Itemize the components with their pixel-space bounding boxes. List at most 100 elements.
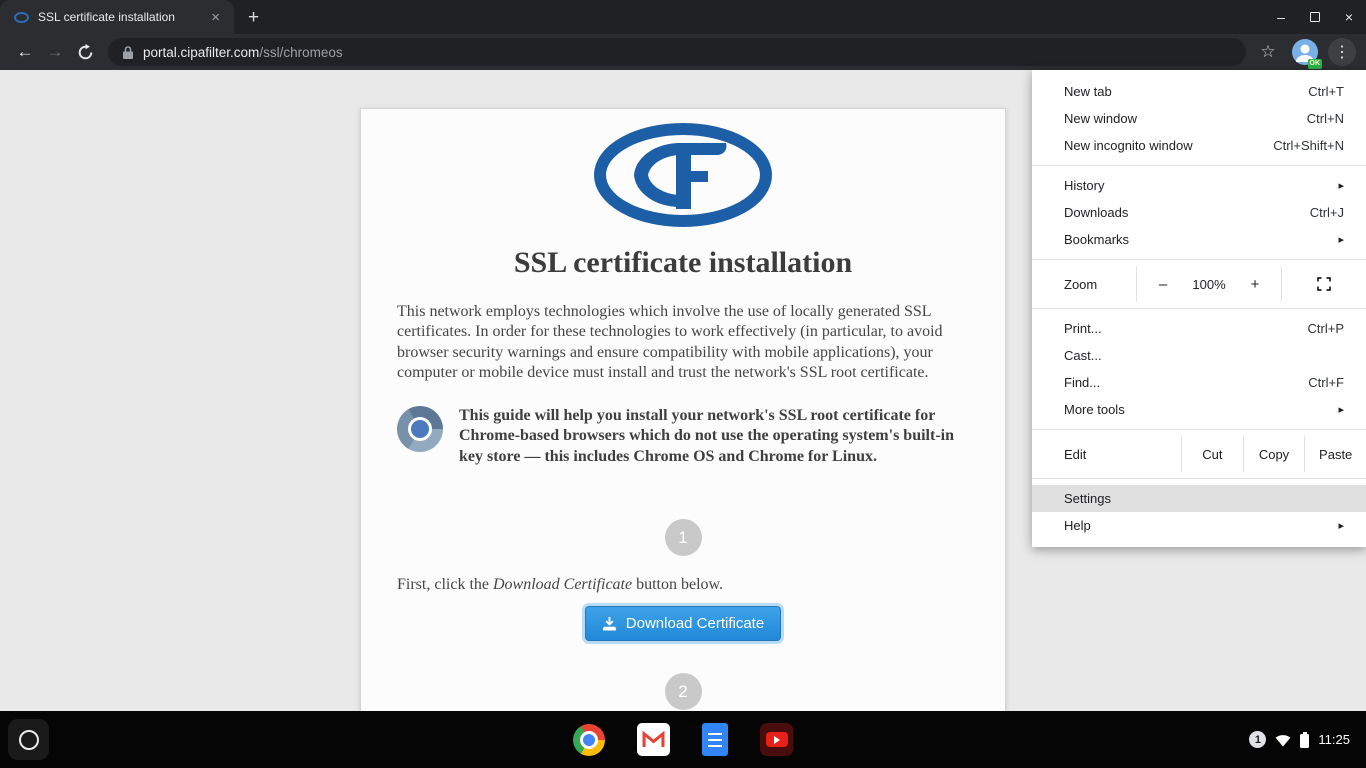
menu-item-label: Settings xyxy=(1064,491,1344,506)
step-1-badge: 1 xyxy=(665,519,702,556)
cut-button[interactable]: Cut xyxy=(1181,436,1243,472)
maximize-icon xyxy=(1310,12,1320,22)
page-title: SSL certificate installation xyxy=(397,246,969,280)
menu-zoom-row: Zoom – 100% + xyxy=(1032,266,1366,302)
menu-item-label: Help xyxy=(1064,518,1338,533)
step-1-text-post: button below. xyxy=(632,576,723,593)
download-certificate-button[interactable]: Download Certificate xyxy=(585,606,781,641)
menu-item-label: Find... xyxy=(1064,375,1308,390)
menu-item-label: New window xyxy=(1064,111,1307,126)
menu-item-new-tab[interactable]: New tab Ctrl+T xyxy=(1032,78,1366,105)
fullscreen-button[interactable] xyxy=(1282,266,1366,302)
browser-toolbar: ← → portal.cipafilter.com/ssl/chromeos ☆ xyxy=(0,34,1366,70)
toolbar-actions: ☆ OK ⋮ xyxy=(1254,38,1356,66)
intro-paragraph: This network employs technologies which … xyxy=(397,302,969,384)
step-1-text-pre: First, click the xyxy=(397,576,493,593)
battery-icon xyxy=(1300,734,1309,748)
copy-button[interactable]: Copy xyxy=(1243,436,1305,472)
chrome-app-icon[interactable] xyxy=(573,724,605,756)
menu-item-label: More tools xyxy=(1064,402,1338,417)
zoom-out-button[interactable]: – xyxy=(1152,276,1174,293)
menu-item-help[interactable]: Help ▸ xyxy=(1032,512,1366,539)
menu-item-shortcut: Ctrl+P xyxy=(1308,321,1344,336)
launcher-button[interactable] xyxy=(8,719,49,760)
cipafilter-logo xyxy=(592,123,774,227)
minimize-button[interactable]: – xyxy=(1264,0,1298,34)
menu-item-new-window[interactable]: New window Ctrl+N xyxy=(1032,105,1366,132)
url-path: /ssl/chromeos xyxy=(259,45,342,60)
chrome-browser-icon xyxy=(397,406,443,452)
submenu-arrow-icon: ▸ xyxy=(1338,179,1344,192)
window-controls: – × xyxy=(1264,0,1366,34)
tab-strip: SSL certificate installation × + – × xyxy=(0,0,1366,34)
reload-icon xyxy=(77,44,94,61)
download-button-label: Download Certificate xyxy=(626,615,764,632)
zoom-in-button[interactable]: + xyxy=(1244,276,1266,293)
menu-item-shortcut: Ctrl+T xyxy=(1308,84,1344,99)
step-1-instruction: First, click the Download Certificate bu… xyxy=(397,576,969,594)
reload-button[interactable] xyxy=(70,37,100,67)
menu-item-shortcut: Ctrl+J xyxy=(1310,205,1344,220)
menu-item-label: Downloads xyxy=(1064,205,1310,220)
wifi-icon xyxy=(1275,733,1291,747)
guide-callout: This guide will help you install your ne… xyxy=(397,406,969,467)
step-2-badge: 2 xyxy=(665,673,702,710)
address-bar[interactable]: portal.cipafilter.com/ssl/chromeos xyxy=(108,38,1246,66)
zoom-label: Zoom xyxy=(1032,266,1136,302)
menu-item-label: New incognito window xyxy=(1064,138,1273,153)
step-1-button-name: Download Certificate xyxy=(493,576,632,593)
browser-menu: New tab Ctrl+T New window Ctrl+N New inc… xyxy=(1032,70,1366,547)
menu-item-new-incognito-window[interactable]: New incognito window Ctrl+Shift+N xyxy=(1032,132,1366,159)
tab-close-icon[interactable]: × xyxy=(207,8,224,27)
menu-item-more-tools[interactable]: More tools ▸ xyxy=(1032,396,1366,423)
menu-item-shortcut: Ctrl+N xyxy=(1307,111,1344,126)
download-button-row: Download Certificate xyxy=(397,606,969,641)
shelf-apps xyxy=(573,711,793,768)
fullscreen-icon xyxy=(1317,277,1331,291)
avatar[interactable]: OK xyxy=(1292,39,1318,65)
menu-item-cast[interactable]: Cast... xyxy=(1032,342,1366,369)
avatar-status-badge: OK xyxy=(1308,59,1323,69)
back-button[interactable]: ← xyxy=(10,37,40,67)
bookmark-star-icon[interactable]: ☆ xyxy=(1254,38,1282,66)
menu-separator xyxy=(1032,308,1366,309)
menu-item-shortcut: Ctrl+Shift+N xyxy=(1273,138,1344,153)
youtube-play-icon xyxy=(766,732,788,747)
menu-item-bookmarks[interactable]: Bookmarks ▸ xyxy=(1032,226,1366,253)
menu-item-history[interactable]: History ▸ xyxy=(1032,172,1366,199)
menu-item-settings[interactable]: Settings xyxy=(1032,485,1366,512)
browser-tab[interactable]: SSL certificate installation × xyxy=(0,0,234,34)
status-tray[interactable]: 1 11:25 xyxy=(1249,711,1366,768)
menu-separator xyxy=(1032,165,1366,166)
tab-title: SSL certificate installation xyxy=(38,10,198,24)
menu-edit-row: Edit Cut Copy Paste xyxy=(1032,436,1366,472)
youtube-app-icon[interactable] xyxy=(760,723,793,756)
url-text: portal.cipafilter.com/ssl/chromeos xyxy=(143,45,343,60)
menu-item-label: History xyxy=(1064,178,1338,193)
menu-item-print[interactable]: Print... Ctrl+P xyxy=(1032,315,1366,342)
zoom-controls: – 100% + xyxy=(1136,266,1282,302)
logo-wrap xyxy=(397,123,969,232)
paste-button[interactable]: Paste xyxy=(1304,436,1366,472)
menu-item-find[interactable]: Find... Ctrl+F xyxy=(1032,369,1366,396)
menu-item-downloads[interactable]: Downloads Ctrl+J xyxy=(1032,199,1366,226)
gmail-app-icon[interactable] xyxy=(637,723,670,756)
new-tab-button[interactable]: + xyxy=(234,8,273,27)
screen: SSL certificate installation × + – × ← →… xyxy=(0,0,1366,768)
download-icon xyxy=(602,616,617,631)
zoom-level: 100% xyxy=(1192,277,1225,292)
submenu-arrow-icon: ▸ xyxy=(1338,519,1344,532)
docs-app-icon[interactable] xyxy=(702,723,728,756)
page-card: SSL certificate installation This networ… xyxy=(360,108,1006,748)
menu-item-label: Cast... xyxy=(1064,348,1344,363)
maximize-button[interactable] xyxy=(1298,0,1332,34)
tab-favicon-icon xyxy=(14,12,29,23)
forward-button[interactable]: → xyxy=(40,37,70,67)
menu-item-label: New tab xyxy=(1064,84,1308,99)
launcher-icon xyxy=(19,730,39,750)
close-window-button[interactable]: × xyxy=(1332,0,1366,34)
submenu-arrow-icon: ▸ xyxy=(1338,233,1344,246)
browser-menu-button[interactable]: ⋮ xyxy=(1328,38,1356,66)
guide-text: This guide will help you install your ne… xyxy=(459,406,969,467)
url-domain: portal.cipafilter.com xyxy=(143,45,259,60)
